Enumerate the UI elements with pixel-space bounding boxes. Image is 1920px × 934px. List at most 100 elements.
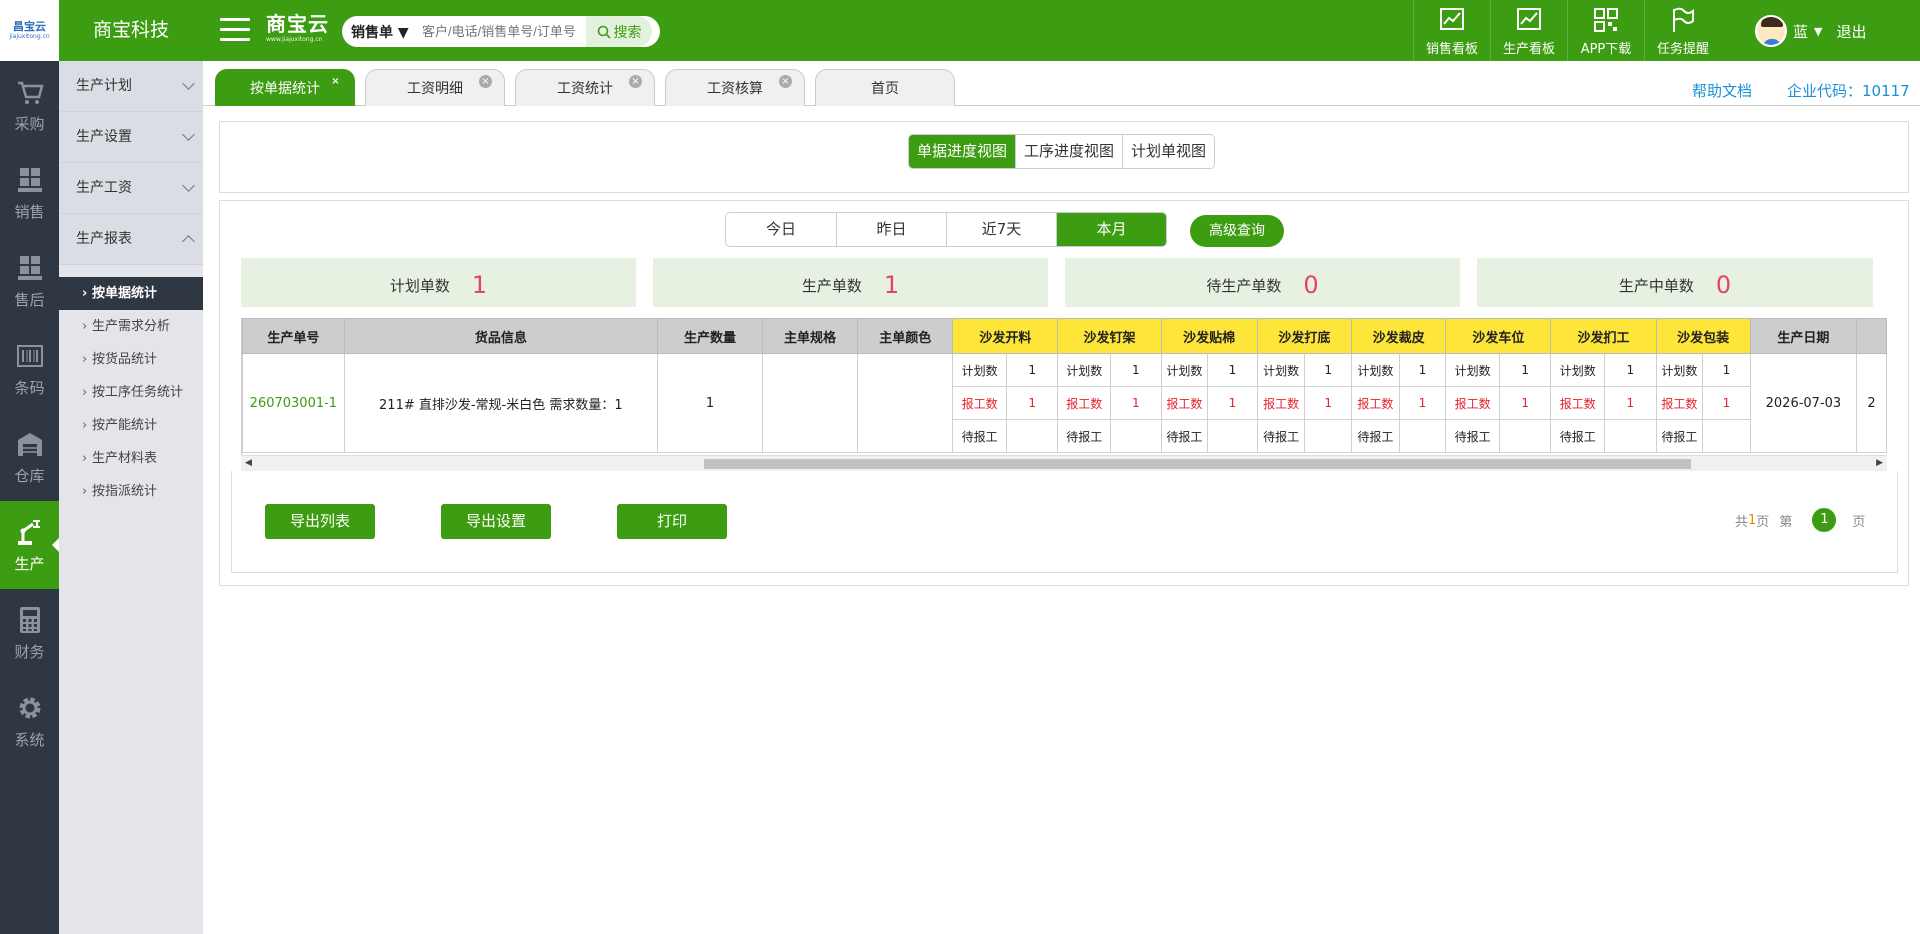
col-process[interactable]: 沙发裁皮	[1351, 318, 1447, 354]
sidebar-item-purchase[interactable]: 采购	[0, 61, 59, 149]
pending-value	[1702, 419, 1751, 453]
boxes-icon	[17, 255, 42, 280]
close-icon[interactable]: ×	[479, 75, 492, 88]
pending-value	[1603, 419, 1657, 453]
report-table: 生产单号 货品信息 生产数量 主单规格 主单颜色 沙发开料 沙发钉架 沙发贴棉 …	[241, 318, 1887, 455]
horizontal-scrollbar[interactable]: ◀ ▶	[241, 455, 1887, 471]
subnav-group-reports[interactable]: 生产报表	[59, 214, 203, 265]
plan-value: 1	[1207, 353, 1258, 387]
group-label: 生产设置	[76, 129, 132, 145]
pending-value	[1005, 419, 1059, 453]
pager-total-suffix: 页	[1756, 514, 1770, 530]
view-process-progress[interactable]: 工序进度视图	[1015, 135, 1123, 168]
col-process[interactable]: 沙发包装	[1655, 318, 1751, 354]
sidebar-item-warehouse[interactable]: 仓库	[0, 413, 59, 501]
subnav-group-wages[interactable]: 生产工资	[59, 163, 203, 214]
date-today[interactable]: 今日	[726, 213, 836, 246]
col-qty[interactable]: 生产数量	[656, 318, 763, 354]
subnav-item-by-document[interactable]: 按单据统计	[59, 277, 203, 310]
pager-current-page[interactable]: 1	[1812, 508, 1837, 532]
tab-wage-detail[interactable]: 工资明细 ×	[365, 69, 505, 106]
barcode-icon	[16, 344, 43, 367]
col-process[interactable]: 沙发打底	[1256, 318, 1353, 354]
print-button[interactable]: 打印	[617, 504, 727, 539]
reported-label: 报工数	[1160, 386, 1209, 420]
pending-label: 待报工	[1351, 419, 1400, 453]
col-process[interactable]: 沙发钉架	[1057, 318, 1162, 354]
date-this-month[interactable]: 本月	[1056, 213, 1166, 246]
plan-value: 1	[1603, 353, 1657, 387]
user-name[interactable]: 蓝	[1793, 21, 1808, 42]
scroll-right-icon[interactable]: ▶	[1876, 458, 1883, 468]
chevron-down-icon[interactable]: ▼	[1814, 25, 1822, 38]
app-logo[interactable]: 昌宝云 jiajuxitong.cn	[0, 0, 59, 61]
date-yesterday[interactable]: 昨日	[836, 213, 946, 246]
scrollbar-thumb[interactable]	[704, 459, 1691, 469]
sidebar-item-barcode[interactable]: 条码	[0, 325, 59, 413]
close-icon[interactable]: ×	[779, 75, 792, 88]
col-process[interactable]: 沙发车位	[1445, 318, 1552, 354]
order-no-link[interactable]: 260703001-1	[242, 353, 345, 453]
export-list-button[interactable]: 导出列表	[265, 504, 375, 539]
chevron-down-icon	[182, 77, 195, 90]
col-process[interactable]: 沙发贴棉	[1160, 318, 1258, 354]
subnav-item-by-capacity[interactable]: 按产能统计	[59, 409, 203, 442]
subnav-group-plan[interactable]: 生产计划	[59, 61, 203, 112]
brand-name: 商宝云	[266, 12, 329, 36]
pending-label: 待报工	[1057, 419, 1111, 453]
close-icon[interactable]: ×	[329, 75, 342, 88]
tab-label: 首页	[871, 81, 899, 97]
subnav-item-by-goods[interactable]: 按货品统计	[59, 343, 203, 376]
app-download-button[interactable]: APP下载	[1567, 0, 1644, 61]
col-process[interactable]: 沙发开料	[952, 318, 1059, 354]
view-plan[interactable]: 计划单视图	[1122, 135, 1215, 168]
chevron-down-icon	[182, 128, 195, 141]
task-reminder-button[interactable]: 任务提醒	[1644, 0, 1721, 61]
warehouse-icon	[17, 432, 42, 456]
col-goods[interactable]: 货品信息	[343, 318, 658, 354]
pending-label: 待报工	[952, 419, 1007, 453]
subnav-item-by-process-task[interactable]: 按工序任务统计	[59, 376, 203, 409]
col-order-no[interactable]: 生产单号	[242, 318, 345, 354]
next-cell: 2	[1856, 353, 1887, 453]
subnav-group-settings[interactable]: 生产设置	[59, 112, 203, 163]
help-doc-link[interactable]: 帮助文档	[1692, 80, 1752, 101]
stat-pending-count: 待生产单数 0	[1065, 258, 1460, 307]
search-input[interactable]	[422, 17, 586, 46]
export-settings-button[interactable]: 导出设置	[441, 504, 551, 539]
sidebar-item-sales[interactable]: 销售	[0, 149, 59, 237]
search-type-select[interactable]: 销售单 ▼	[342, 22, 422, 42]
advanced-query-button[interactable]: 高级查询	[1190, 215, 1284, 247]
subnav-item-demand-analysis[interactable]: 生产需求分析	[59, 310, 203, 343]
subnav-item-materials[interactable]: 生产材料表	[59, 442, 203, 475]
close-icon[interactable]: ×	[629, 75, 642, 88]
tab-wage-stats[interactable]: 工资统计 ×	[515, 69, 655, 106]
col-process[interactable]: 沙发扪工	[1550, 318, 1657, 354]
sidebar-item-finance[interactable]: 财务	[0, 589, 59, 677]
view-document-progress[interactable]: 单据进度视图	[909, 135, 1016, 168]
col-spec[interactable]: 主单规格	[761, 318, 859, 354]
group-label: 生产计划	[76, 78, 132, 94]
sales-dashboard-button[interactable]: 销售看板	[1413, 0, 1490, 61]
production-dashboard-button[interactable]: 生产看板	[1490, 0, 1567, 61]
col-color[interactable]: 主单颜色	[857, 318, 954, 354]
sidebar-item-aftersales[interactable]: 售后	[0, 237, 59, 325]
tab-home[interactable]: 首页	[815, 69, 955, 106]
stat-inprogress-count: 生产中单数 0	[1477, 258, 1873, 307]
user-menu[interactable]: 蓝 ▼ 退出	[1755, 13, 1867, 49]
date-last7[interactable]: 近7天	[946, 213, 1056, 246]
search-button[interactable]: 搜索	[586, 16, 652, 47]
pending-value	[1207, 419, 1258, 453]
tab-wage-calc[interactable]: 工资核算 ×	[665, 69, 805, 106]
col-date[interactable]: 生产日期	[1749, 318, 1858, 354]
plan-label: 计划数	[1057, 353, 1111, 387]
avatar[interactable]	[1755, 15, 1787, 47]
sidebar-item-production[interactable]: 生产	[0, 501, 59, 589]
hamburger-menu-icon[interactable]	[220, 18, 250, 42]
tab-by-document[interactable]: 按单据统计 ×	[215, 69, 355, 106]
sidebar-item-system[interactable]: 系统	[0, 677, 59, 765]
subnav-item-by-assignment[interactable]: 按指派统计	[59, 475, 203, 508]
scroll-left-icon[interactable]: ◀	[245, 458, 252, 468]
logout-link[interactable]: 退出	[1836, 21, 1866, 42]
group-label: 生产工资	[76, 180, 132, 196]
